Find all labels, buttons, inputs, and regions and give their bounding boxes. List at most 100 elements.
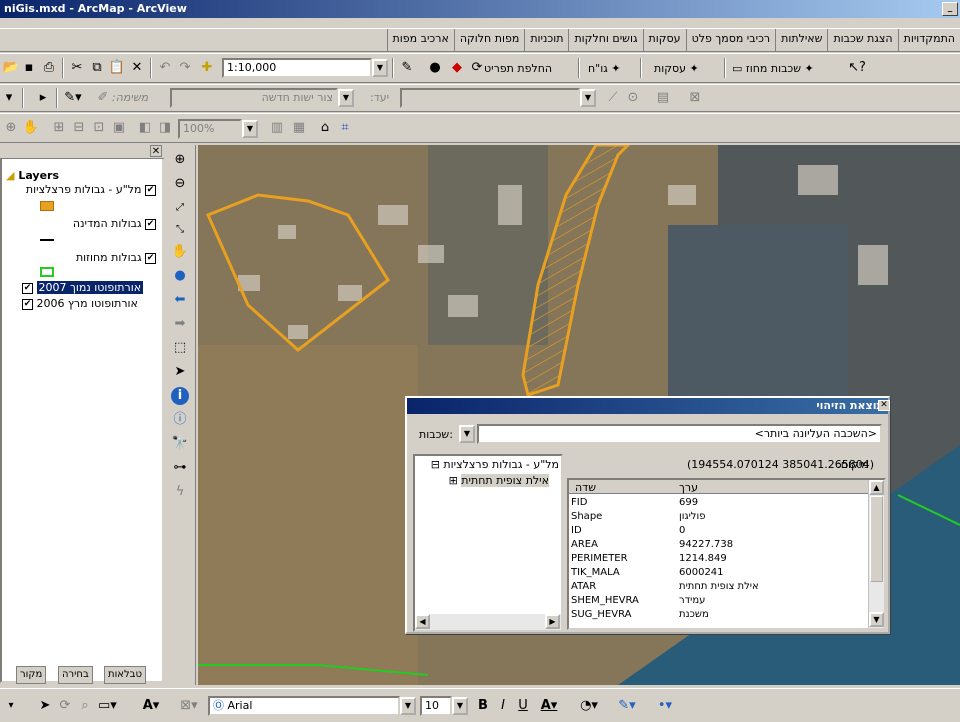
redo-icon[interactable]: ↷	[176, 59, 194, 77]
scale-dropdown-button[interactable]: ▼	[372, 59, 388, 77]
font-dropdown-button[interactable]: ▼	[400, 697, 416, 715]
focus-frame-icon[interactable]: ▦	[290, 119, 308, 137]
layout-wizard-icon[interactable]: ⌗	[336, 119, 354, 137]
font-size-dropdown-button[interactable]: ▼	[452, 697, 468, 715]
whats-this-icon[interactable]: ↖?	[848, 59, 866, 77]
zoom-in-page-icon[interactable]: ⊕	[2, 119, 20, 137]
select-pointer-icon[interactable]: ➤	[36, 697, 54, 715]
cut-icon[interactable]: ✂	[68, 59, 86, 77]
layer-checkbox[interactable]: ✔	[22, 282, 33, 294]
gosh-button[interactable]: ✦ גו"ח	[588, 58, 621, 80]
print-icon[interactable]: ⎙	[40, 59, 58, 77]
pencil-icon[interactable]: ✐	[94, 89, 112, 107]
tree-hscrollbar[interactable]: ◀ ▶	[415, 614, 561, 630]
fixed-zoom-in-icon[interactable]: ⤢	[171, 199, 189, 217]
fixed-zoom-icon[interactable]: ⊡	[90, 119, 108, 137]
font-combo[interactable]: Ⓞ Arial	[208, 696, 400, 716]
lightning-icon[interactable]: ϟ	[171, 483, 189, 501]
split-tool-icon[interactable]: ⟋	[604, 89, 622, 107]
change-layout-icon[interactable]: ⌂	[316, 119, 334, 137]
toc-layer-district-borders[interactable]: ✔ גבולות מחוזות	[6, 251, 156, 264]
underline-icon[interactable]: U	[514, 697, 532, 715]
bold-icon[interactable]: B	[474, 697, 492, 715]
layer-checkbox[interactable]: ✔	[145, 218, 156, 230]
arctoolbox-icon[interactable]: ●	[426, 59, 444, 77]
tree-child-item[interactable]: אילת צופית תחתית ⊞	[449, 474, 549, 487]
find-icon[interactable]: 🔭	[171, 435, 189, 453]
rotate-tool-icon[interactable]: ⊙	[624, 89, 642, 107]
grid-vscrollbar[interactable]: ▲ ▼	[868, 480, 884, 628]
layer-checkbox[interactable]: ✔	[145, 252, 156, 264]
zoom-dropdown-button[interactable]: ▼	[242, 120, 258, 138]
line-color-icon[interactable]: ✎▾	[618, 697, 636, 715]
undo-icon[interactable]: ↶	[156, 59, 174, 77]
zoom-100-icon[interactable]: ⊟	[70, 119, 88, 137]
back-arrow-icon[interactable]: ⬅	[171, 291, 189, 309]
table-row[interactable]: PERIMETER 1214.849	[569, 552, 869, 566]
deals-button[interactable]: ✦ עסקות	[654, 58, 699, 80]
fixed-zoom-out-icon[interactable]: ⤡	[171, 221, 189, 239]
italic-icon[interactable]: I	[494, 697, 512, 715]
menu-item-focus[interactable]: התמקדויות	[897, 29, 960, 51]
pan-page-icon[interactable]: ✋	[22, 119, 40, 137]
menu-item-output[interactable]: רכיבי מסמך פלט	[685, 29, 776, 51]
editor-icon[interactable]: ✎	[398, 59, 416, 77]
drawing-menu-icon[interactable]: ▾	[2, 697, 20, 715]
table-row[interactable]: Shape פוליגון	[569, 510, 869, 524]
tab-tables[interactable]: טבלאות	[104, 666, 146, 684]
zoom-in-icon[interactable]: ⊕	[171, 151, 189, 169]
table-row[interactable]: SUG_HEVRA משכנת	[569, 608, 869, 622]
menu-item-blocks[interactable]: גושים וחלקות	[568, 29, 642, 51]
full-extent-icon[interactable]: ●	[171, 267, 189, 285]
delete-icon[interactable]: ✕	[128, 59, 146, 77]
fill-color-icon[interactable]: ◔▾	[580, 697, 598, 715]
save-icon[interactable]: ▪	[20, 59, 38, 77]
zoom-combo[interactable]: 100%	[178, 119, 242, 139]
task-dropdown-button[interactable]: ▼	[338, 89, 354, 107]
toc-layer-parcels[interactable]: ✔ מל"ע - גבולות פרצלציות	[6, 183, 156, 196]
menu-item-queries[interactable]: שאילתות	[775, 29, 827, 51]
table-row[interactable]: FID 699	[569, 496, 869, 510]
col-value-header[interactable]: ערך	[679, 481, 698, 494]
table-row[interactable]: AREA 94227.738	[569, 538, 869, 552]
sketch-properties-icon[interactable]: ⊠	[686, 89, 704, 107]
select-features-icon[interactable]: ⬚	[171, 339, 189, 357]
district-layers-button[interactable]: ✦ שכבות מחוז ▭	[732, 58, 814, 80]
menu-item-plans[interactable]: תוכניות	[524, 29, 568, 51]
toc-close-icon[interactable]: ✕	[150, 145, 162, 157]
paste-icon[interactable]: 📋	[108, 59, 126, 77]
hyperlink-icon[interactable]: ⓘ	[171, 411, 189, 429]
toolbox-icon[interactable]: ◆	[448, 59, 466, 77]
scroll-right-icon[interactable]: ▶	[545, 614, 560, 629]
fixed-zoom-out-icon[interactable]: ▣	[110, 119, 128, 137]
toc-layer-ortho-2006[interactable]: ✔ אורתופוטו מרץ 2006	[22, 297, 138, 310]
menu-item-map-archive[interactable]: ארכיב מפות	[386, 29, 454, 51]
layer-checkbox[interactable]: ✔	[22, 298, 33, 310]
rectangle-icon[interactable]: ▭▾	[98, 697, 117, 715]
pan-icon[interactable]: ✋	[171, 243, 189, 261]
rotate-icon[interactable]: ⟳	[56, 697, 74, 715]
menu-item-division-maps[interactable]: מפות חלוקה	[453, 29, 525, 51]
forward-extent-icon[interactable]: ◨	[156, 119, 174, 137]
marker-color-icon[interactable]: •▾	[656, 697, 674, 715]
edit-tool-icon[interactable]: ▸	[34, 89, 52, 107]
sketch-tool-icon[interactable]: ✎▾	[64, 89, 82, 107]
font-color-icon[interactable]: A▾	[540, 697, 558, 715]
layers-combo[interactable]: <השכבה העליונה ביותר>	[477, 424, 882, 444]
toc-layer-ortho-2007[interactable]: ✔ אורתופוטו נמוך 2007	[22, 281, 144, 294]
table-row[interactable]: TIK_MALA 6000241	[569, 566, 869, 580]
table-row[interactable]: ID 0	[569, 524, 869, 538]
target-combo[interactable]	[400, 88, 580, 108]
scroll-left-icon[interactable]: ◀	[415, 614, 430, 629]
forward-arrow-icon[interactable]: ➡	[171, 315, 189, 333]
picture-icon[interactable]: ⊠▾	[180, 697, 198, 715]
tab-source[interactable]: מקור	[16, 666, 47, 684]
open-icon[interactable]: 📂	[2, 59, 20, 77]
tab-selection[interactable]: בחירה	[58, 666, 93, 684]
select-elements-icon[interactable]: ➤	[171, 363, 189, 381]
task-combo[interactable]: צור ישות חדשה	[170, 88, 338, 108]
target-dropdown-button[interactable]: ▼	[580, 89, 596, 107]
zoom-whole-page-icon[interactable]: ⊞	[50, 119, 68, 137]
text-icon[interactable]: A▾	[142, 697, 160, 715]
scroll-up-icon[interactable]: ▲	[869, 480, 884, 495]
